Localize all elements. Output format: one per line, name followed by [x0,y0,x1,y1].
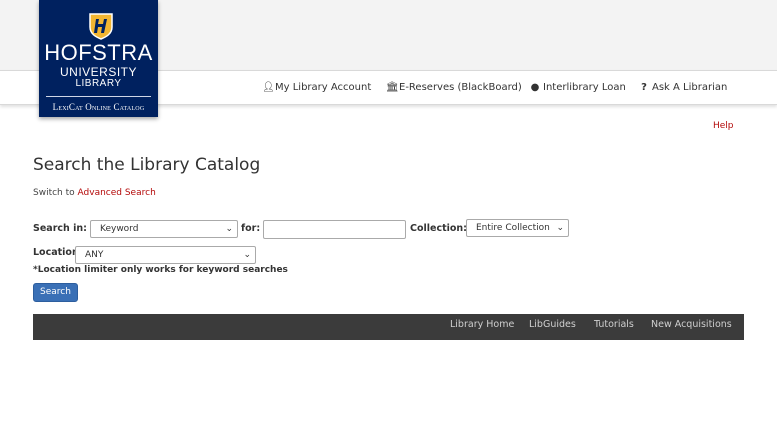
bank-icon: 🏛︎ [386,82,399,93]
nav-label: Interlibrary Loan [543,82,626,93]
question-icon: ? [641,82,647,93]
chevron-down-icon: ⌄ [556,223,564,233]
location-value: ANY [85,250,104,260]
logo-subtitle: LexiCat Online Catalog [52,102,145,112]
location-note: *Location limiter only works for keyword… [33,265,288,275]
logo-university: UNIVERSITY [59,65,137,79]
nav-label: E-Reserves (BlackBoard) [399,82,522,93]
search-query-input[interactable] [263,220,406,239]
footer-libguides[interactable]: LibGuides [529,319,576,330]
nav-interlibrary-loan[interactable]: ● Interlibrary Loan [530,82,626,93]
globe-icon: ● [530,82,540,93]
page-title: Search the Library Catalog [33,155,261,175]
footer-new-acquisitions[interactable]: New Acquisitions [651,319,732,330]
logo-name: HOFSTRA [44,40,153,65]
shield-icon [89,13,113,40]
nav-label: My Library Account [275,82,372,93]
help-link[interactable]: Help [713,121,734,131]
switch-search-line: Switch to Advanced Search [33,188,156,198]
chevron-down-icon: ⌄ [243,250,251,260]
logo-divider [46,96,151,97]
for-label: for: [241,223,261,234]
search-button[interactable]: Search [33,283,78,302]
search-in-label: Search in: [33,223,87,234]
nav-ask-a-librarian[interactable]: ? Ask A Librarian [639,82,727,93]
user-icon: 👤︎ [262,82,275,93]
nav-my-library-account[interactable]: 👤︎My Library Account [262,82,371,93]
search-in-select[interactable]: Keyword ⌄ [90,220,238,238]
collection-select[interactable]: Entire Collection ⌄ [466,219,569,237]
advanced-search-link[interactable]: Advanced Search [78,188,156,198]
search-in-value: Keyword [100,224,139,234]
nav-e-reserves[interactable]: 🏛︎E-Reserves (BlackBoard) [386,82,522,93]
collection-value: Entire Collection [476,223,550,233]
logo-library: LIBRARY [75,78,122,89]
switch-prefix: Switch to [33,188,75,198]
footer-bar [33,314,744,340]
chevron-down-icon: ⌄ [225,224,233,234]
collection-label: Collection: [410,223,467,234]
hofstra-logo[interactable]: HOFSTRA UNIVERSITY LIBRARY LexiCat Onlin… [39,0,158,117]
nav-label: Ask A Librarian [652,82,728,93]
footer-tutorials[interactable]: Tutorials [594,319,634,330]
footer-library-home[interactable]: Library Home [450,319,514,330]
location-select[interactable]: ANY ⌄ [75,246,256,264]
